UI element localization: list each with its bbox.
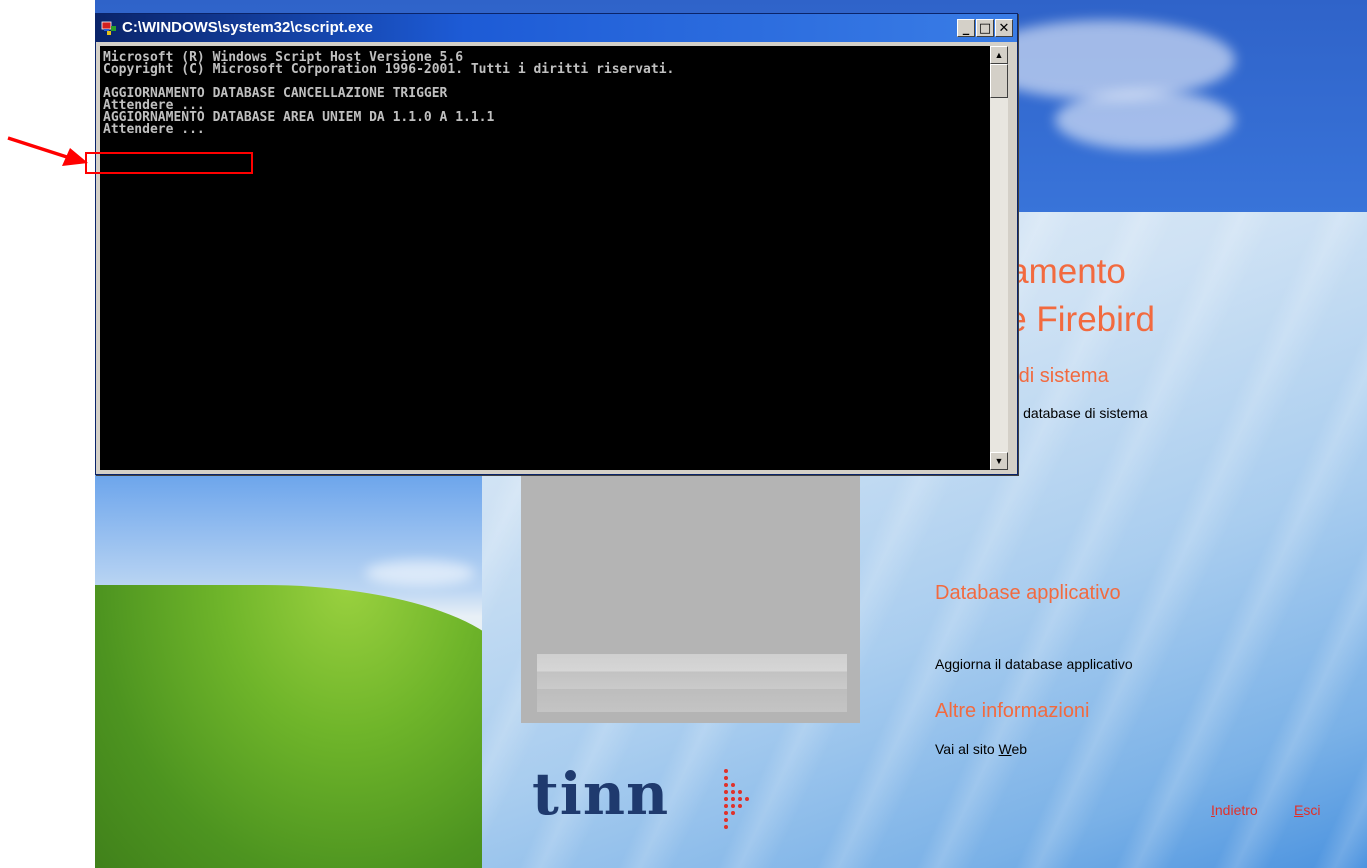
cloud (365, 560, 475, 586)
console-app-icon (101, 21, 116, 35)
website-link-accesskey: W (998, 741, 1012, 757)
section-database-heading: Database applicativo (935, 582, 1121, 604)
website-link-suffix: eb (1011, 741, 1028, 757)
console-text: Microsoft (R) Windows Script Host Versio… (103, 51, 675, 137)
scroll-down-icon[interactable]: ▼ (990, 452, 1008, 470)
console-output[interactable]: Microsoft (R) Windows Script Host Versio… (100, 46, 990, 470)
exit-link[interactable]: Esci (1294, 802, 1320, 818)
cloud (1055, 90, 1235, 150)
console-window[interactable]: C:\WINDOWS\system32\cscript.exe _ □ ✕ Mi… (95, 13, 1018, 475)
console-titlebar[interactable]: C:\WINDOWS\system32\cscript.exe _ □ ✕ (96, 14, 1017, 42)
close-button[interactable]: ✕ (995, 19, 1013, 37)
maximize-icon: □ (978, 20, 992, 36)
website-link[interactable]: Vai al sito Web (935, 741, 1027, 757)
annotation-arrow-icon (7, 136, 88, 166)
maximize-button[interactable]: □ (976, 19, 994, 37)
minimize-button[interactable]: _ (957, 19, 975, 37)
preview-panel (521, 470, 860, 723)
logo-dots-icon (724, 769, 749, 829)
minimize-icon: _ (962, 20, 970, 36)
console-line: Copyright (C) Microsoft Corporation 1996… (103, 62, 675, 77)
preview-progress-area (537, 654, 847, 712)
console-line: Attendere ... (103, 122, 205, 137)
scroll-up-icon[interactable]: ▲ (990, 46, 1008, 64)
green-hill (95, 585, 515, 868)
scroll-thumb[interactable] (990, 64, 1008, 98)
back-link[interactable]: Indietro (1211, 802, 1258, 818)
section-info-heading: Altre informazioni (935, 700, 1090, 722)
annotation-highlight-box (85, 152, 253, 174)
update-database-link[interactable]: Aggiorna il database applicativo (935, 656, 1133, 672)
close-icon: ✕ (998, 20, 1010, 36)
console-title: C:\WINDOWS\system32\cscript.exe (122, 19, 373, 36)
tinn-logo: tinn (532, 760, 670, 828)
website-link-prefix: Vai al sito (935, 741, 999, 757)
console-scrollbar[interactable]: ▲ ▼ (990, 46, 1008, 470)
